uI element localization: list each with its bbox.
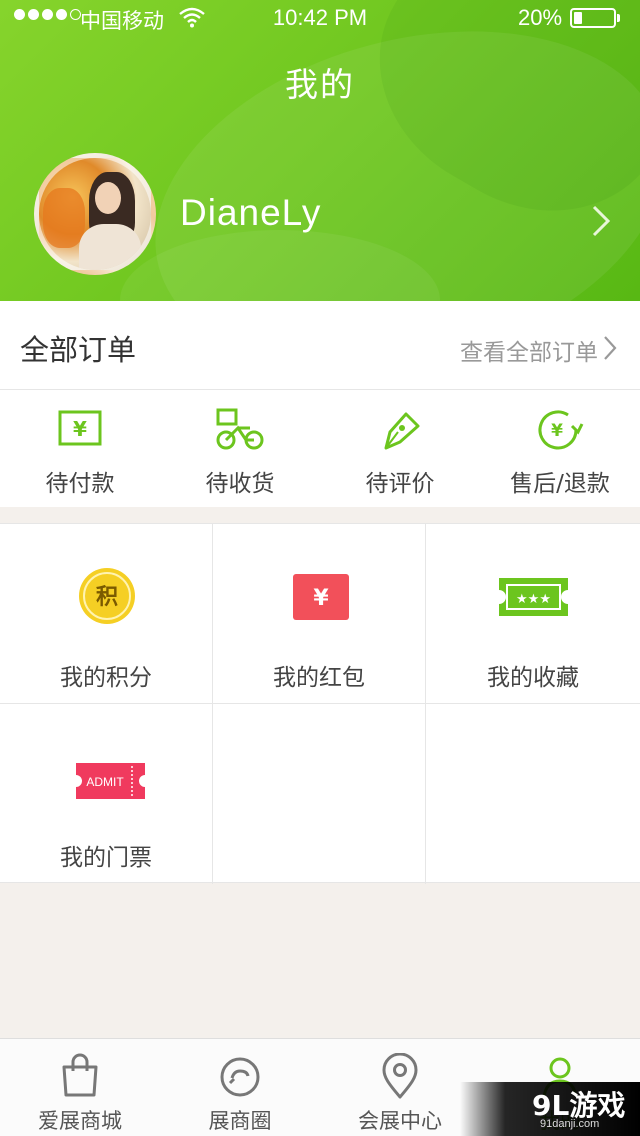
status-label: 待评价 [365,471,435,497]
pending-delivery-button[interactable]: 待收货 [160,390,320,507]
status-label: 待收货 [205,471,275,497]
battery-icon [570,8,620,28]
pending-payment-button[interactable]: ¥ 待付款 [0,390,160,507]
refund-icon: ¥ [538,410,584,450]
tab-expo-center[interactable]: 会展中心 [320,1039,480,1136]
refund-button[interactable]: ¥ 售后/退款 [480,390,640,507]
tab-label: 展商圈 [208,1109,272,1133]
empty-cell [426,704,640,884]
orders-title: 全部订单 [20,333,137,367]
order-status-bar: ¥ 待付款 待收货 待评价 ¥ 售后/退款 [0,390,640,507]
tab-label: 爱展商城 [38,1109,122,1133]
all-orders-row[interactable]: 全部订单 查看全部订单 [0,301,640,390]
tab-exhibitor-circle[interactable]: 展商圈 [160,1039,320,1136]
shopping-bag-icon [62,1053,98,1097]
site-watermark: 9L游戏 91danji.com [460,1082,640,1136]
points-badge-text: 积 [96,585,118,610]
points-icon: 积 [79,568,135,624]
location-pin-icon [382,1053,418,1099]
page-title: 我的 [285,65,355,104]
svg-text:¥: ¥ [73,417,87,441]
chat-bubble-icon [220,1057,260,1097]
my-points-cell[interactable]: 积 我的积分 [0,524,213,704]
admit-badge-text: ADMIT [86,775,124,789]
profile-header: 中国移动 10:42 PM 20% 我的 DianeLy [0,0,640,301]
pending-review-button[interactable]: 待评价 [320,390,480,507]
pending-review-icon [384,412,420,450]
feature-label: 我的积分 [60,665,152,691]
avatar[interactable] [34,153,156,275]
red-packet-badge-text: ¥ [313,586,329,611]
empty-cell [213,704,426,884]
pending-delivery-icon [216,408,264,450]
favorites-ticket-icon: ★★★ [499,578,568,616]
my-red-packet-cell[interactable]: ¥ 我的红包 [213,524,426,704]
svg-text:¥: ¥ [551,421,563,441]
chevron-right-icon[interactable] [590,204,612,238]
admit-ticket-icon: ADMIT [76,763,145,799]
feature-label: 我的红包 [273,665,365,691]
watermark-site: 91danji.com [540,1118,600,1130]
feature-label: 我的门票 [60,845,152,871]
view-all-orders-link[interactable]: 查看全部订单 [460,333,598,367]
feature-grid: 积 我的积分 ¥ 我的红包 ★★★ 我的收藏 ADMIT 我的门票 [0,523,640,884]
red-packet-icon: ¥ [293,574,349,620]
status-label: 待付款 [45,471,115,497]
feature-label: 我的收藏 [487,665,579,691]
pending-payment-icon: ¥ [58,410,102,446]
tab-label: 会展中心 [358,1109,442,1133]
my-tickets-cell[interactable]: ADMIT 我的门票 [0,704,213,884]
my-favorites-cell[interactable]: ★★★ 我的收藏 [426,524,640,704]
favorites-badge-text: ★★★ [516,592,551,607]
status-label: 售后/退款 [510,471,610,497]
tab-mall[interactable]: 爱展商城 [0,1039,160,1136]
username[interactable]: DianeLy [180,192,321,234]
chevron-right-icon [604,336,617,360]
battery-percent: 20% [518,5,563,30]
status-bar: 中国移动 10:42 PM 20% [0,0,640,36]
